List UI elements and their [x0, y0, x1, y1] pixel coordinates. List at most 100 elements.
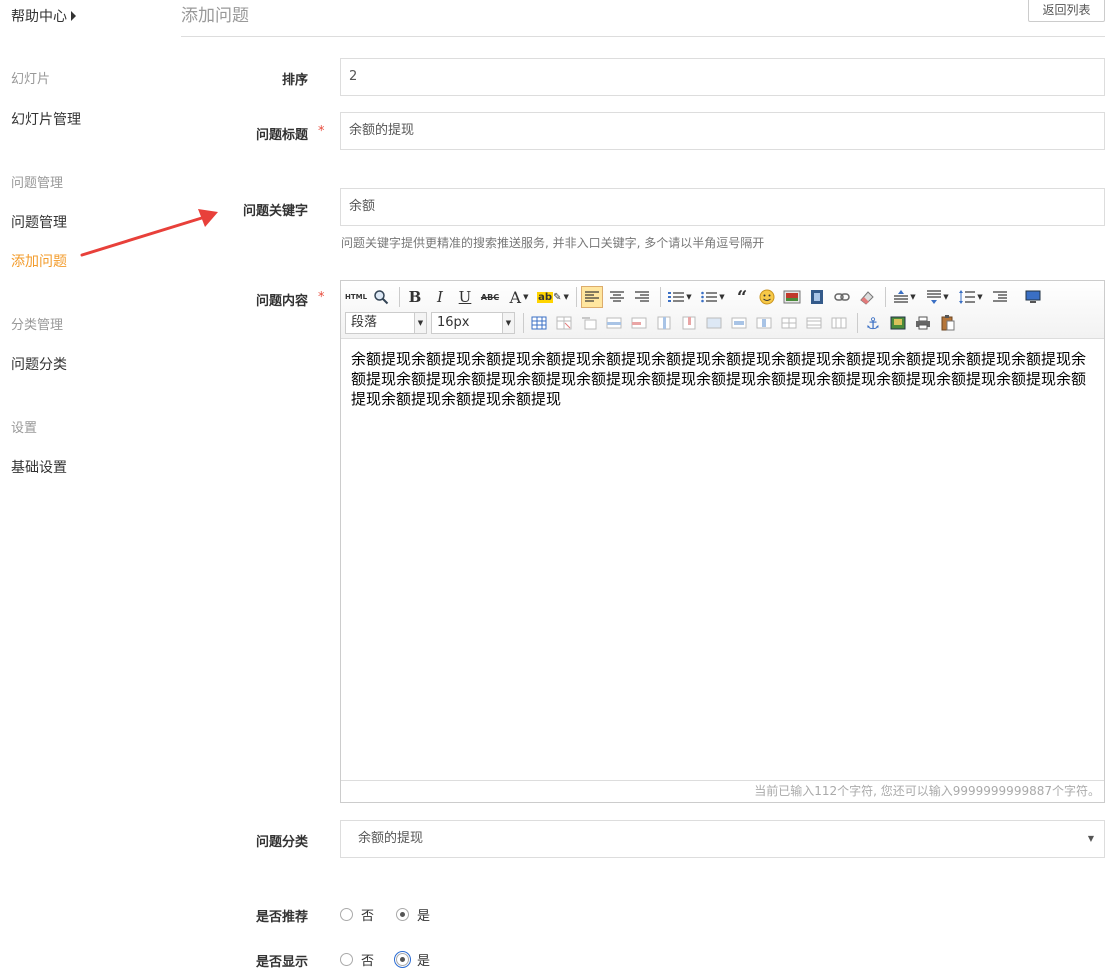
delete-row-icon[interactable]	[628, 312, 650, 334]
recommend-radio-group: 否 是	[340, 905, 452, 924]
bold-icon[interactable]: B	[404, 286, 426, 308]
unordered-list-icon[interactable]: ▼	[698, 286, 728, 308]
split-columns-icon[interactable]	[828, 312, 850, 334]
help-center-label: 帮助中心	[11, 9, 67, 25]
header-divider	[181, 36, 1105, 37]
strikethrough-icon[interactable]: ABC	[479, 286, 501, 308]
video-icon[interactable]	[806, 286, 828, 308]
recommend-no-label: 否	[361, 909, 375, 924]
sort-input[interactable]: 2	[340, 58, 1105, 96]
section-settings: 设置	[11, 421, 38, 436]
editor-content[interactable]: 余额提现余额提现余额提现余额提现余额提现余额提现余额提现余额提现余额提现余额提现…	[351, 349, 1096, 409]
section-slides: 幻灯片	[11, 72, 51, 87]
paragraph-format-select[interactable]: 段落 ▼	[345, 312, 427, 334]
keywords-label: 问题关键字	[242, 204, 308, 219]
required-marker: *	[318, 290, 325, 305]
blockquote-icon[interactable]: “	[731, 286, 753, 308]
toolbar-separator	[857, 313, 858, 333]
sort-label: 排序	[281, 73, 308, 88]
sidebar-item-basic-settings[interactable]: 基础设置	[11, 457, 67, 477]
page-title: 添加问题	[181, 6, 249, 26]
required-marker: *	[318, 124, 325, 139]
display-no-label: 否	[361, 954, 375, 969]
category-selected-value: 余额的提现	[358, 831, 424, 846]
insert-image-icon[interactable]	[887, 312, 909, 334]
sidebar: 帮助中心 幻灯片 幻灯片管理 问题管理 问题管理 添加问题 分类管理 问题分类 …	[0, 0, 170, 971]
paste-plain-icon[interactable]	[937, 312, 959, 334]
editor-word-count: 当前已输入112个字符, 您还可以输入9999999999887个字符。	[341, 780, 1104, 802]
title-input[interactable]: 余额的提现	[340, 112, 1105, 150]
category-label: 问题分类	[255, 835, 308, 850]
display-label: 是否显示	[255, 955, 308, 970]
anchor-icon[interactable]: ⚓	[862, 312, 884, 334]
back-to-list-button[interactable]: 返回列表	[1028, 0, 1105, 22]
category-select[interactable]: 余额的提现 ▼	[340, 820, 1105, 858]
insert-row-icon[interactable]	[603, 312, 625, 334]
html-source-icon[interactable]: HTML	[345, 286, 367, 308]
merge-down-icon[interactable]	[753, 312, 775, 334]
keywords-hint: 问题关键字提供更精准的搜索推送服务, 并非入口关键字, 多个请以半角逗号隔开	[341, 236, 765, 250]
fullscreen-icon[interactable]	[1022, 286, 1044, 308]
display-radio-group: 否 是	[340, 950, 452, 969]
sidebar-item-question-category[interactable]: 问题分类	[11, 354, 67, 374]
split-cells-icon[interactable]	[778, 312, 800, 334]
align-left-icon[interactable]	[581, 286, 603, 308]
preview-icon[interactable]	[370, 286, 392, 308]
recommend-yes-label: 是	[417, 909, 431, 924]
image-icon[interactable]	[781, 286, 803, 308]
underline-icon[interactable]: U	[454, 286, 476, 308]
font-size-value: 16px	[437, 315, 470, 330]
chevron-down-icon: ▼	[414, 313, 426, 333]
sidebar-item-add-question[interactable]: 添加问题	[11, 251, 67, 271]
keywords-input[interactable]: 余额	[340, 188, 1105, 226]
align-right-icon[interactable]	[631, 286, 653, 308]
indent-icon[interactable]	[989, 286, 1011, 308]
toolbar-separator	[523, 313, 524, 333]
toolbar-row-2: 段落 ▼ 16px ▼ ⚓	[345, 311, 962, 335]
recommend-label: 是否推荐	[255, 910, 308, 925]
insert-table-icon[interactable]	[528, 312, 550, 334]
ordered-list-icon[interactable]: ▼	[665, 286, 695, 308]
recommend-yes-radio[interactable]	[396, 908, 410, 921]
toolbar-separator	[399, 287, 400, 307]
section-category-management: 分类管理	[11, 318, 64, 333]
line-height-icon[interactable]: ▼	[956, 286, 986, 308]
help-center-menu[interactable]: 帮助中心	[11, 6, 76, 26]
emoticon-icon[interactable]	[756, 286, 778, 308]
toolbar-separator	[576, 287, 577, 307]
italic-icon[interactable]: I	[429, 286, 451, 308]
section-question-management: 问题管理	[11, 176, 64, 191]
merge-cells-icon[interactable]	[703, 312, 725, 334]
content-label: 问题内容	[255, 294, 308, 309]
insert-column-icon[interactable]	[653, 312, 675, 334]
toolbar-separator	[660, 287, 661, 307]
delete-column-icon[interactable]	[678, 312, 700, 334]
paragraph-spacing-bottom-icon[interactable]: ▼	[923, 286, 953, 308]
eraser-icon[interactable]	[856, 286, 878, 308]
font-color-icon[interactable]: A ▼	[504, 286, 534, 308]
sidebar-item-slide-management[interactable]: 幻灯片管理	[11, 109, 81, 129]
paragraph-spacing-top-icon[interactable]: ▼	[890, 286, 920, 308]
chevron-down-icon: ▼	[1087, 834, 1094, 843]
title-label: 问题标题	[255, 128, 308, 143]
print-icon[interactable]	[912, 312, 934, 334]
display-no-radio[interactable]	[340, 953, 353, 966]
link-icon[interactable]	[831, 286, 853, 308]
delete-table-icon[interactable]	[553, 312, 575, 334]
chevron-down-icon: ▼	[502, 313, 514, 333]
font-size-select[interactable]: 16px ▼	[431, 312, 515, 334]
highlight-color-icon[interactable]: ab ✎ ▼	[537, 286, 569, 308]
sidebar-item-question-management[interactable]: 问题管理	[11, 212, 67, 232]
editor-toolbar: HTML B I U ABC A ▼ ab ✎ ▼ ▼ ▼ “ ▼ ▼ ▼ 段落…	[341, 281, 1104, 339]
insert-paragraph-before-table-icon[interactable]	[578, 312, 600, 334]
align-center-icon[interactable]	[606, 286, 628, 308]
toolbar-separator	[885, 287, 886, 307]
recommend-no-radio[interactable]	[340, 908, 353, 921]
split-rows-icon[interactable]	[803, 312, 825, 334]
caret-right-icon	[71, 11, 76, 21]
display-yes-radio[interactable]	[394, 951, 412, 968]
display-yes-label: 是	[417, 954, 431, 969]
paragraph-format-value: 段落	[351, 315, 378, 330]
merge-right-icon[interactable]	[728, 312, 750, 334]
rich-text-editor: HTML B I U ABC A ▼ ab ✎ ▼ ▼ ▼ “ ▼ ▼ ▼ 段落…	[340, 280, 1105, 803]
